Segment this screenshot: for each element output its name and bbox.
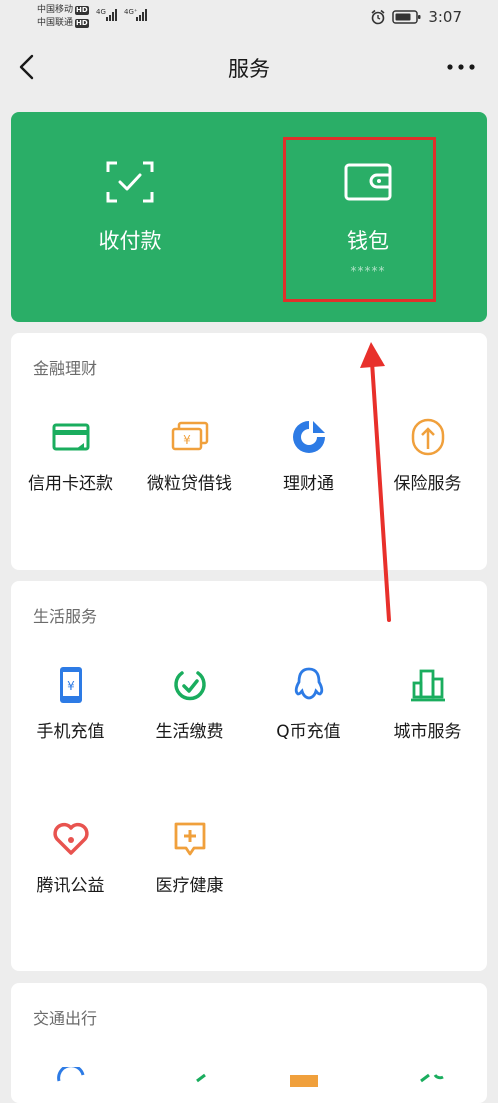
wallet-balance-masked: ***** xyxy=(350,264,386,278)
credit-card-repay-button[interactable]: 信用卡还款 xyxy=(11,417,130,537)
page-title: 服务 xyxy=(228,57,270,81)
service-label: 医疗健康 xyxy=(155,876,224,896)
loan-icon: ¥ xyxy=(171,421,208,451)
phone-topup-icon: ¥ xyxy=(59,667,82,703)
receive-pay-button[interactable]: 收付款 xyxy=(11,112,249,322)
receive-pay-label: 收付款 xyxy=(98,229,162,253)
hd-badge: HD xyxy=(75,19,89,28)
wallet-label: 钱包 xyxy=(347,229,389,253)
transport-section: 交通出行 xyxy=(11,983,487,1103)
charity-icon xyxy=(52,822,89,855)
section-title: 生活服务 xyxy=(33,607,98,626)
carrier-2: 中国联通 xyxy=(37,18,74,28)
insurance-icon xyxy=(411,418,444,456)
finance-section: 金融理财 信用卡还款 ¥ 微粒贷借钱 理财通 保险服务 xyxy=(11,333,487,570)
tencent-charity-button[interactable]: 腾讯公益 xyxy=(11,819,130,939)
service-label: 保险服务 xyxy=(393,474,462,494)
svg-text:4G: 4G xyxy=(96,8,106,16)
service-label: 城市服务 xyxy=(393,722,462,742)
qq-coin-icon xyxy=(294,667,323,700)
transport-icons-partial xyxy=(57,1067,444,1087)
more-options-button[interactable] xyxy=(444,54,478,80)
section-title: 金融理财 xyxy=(33,359,98,378)
carrier-1: 中国移动 xyxy=(37,5,74,15)
medical-health-button[interactable]: 医疗健康 xyxy=(130,819,249,939)
weilidai-loan-button[interactable]: ¥ 微粒贷借钱 xyxy=(130,417,249,537)
battery-icon xyxy=(392,10,421,24)
licaitong-button[interactable]: 理财通 xyxy=(249,417,368,537)
alarm-icon xyxy=(371,9,385,25)
carrier-info: 中国移动 HD 中国联通 HD xyxy=(37,4,89,30)
wallet-icon xyxy=(344,163,392,201)
life-service-section: 生活服务 ¥ 手机充值 生活缴费 Q币充值 城市服务 腾讯公益 医疗健康 xyxy=(11,581,487,971)
credit-card-icon xyxy=(52,423,89,451)
wealth-icon xyxy=(292,421,325,453)
signal-icon: 4G 4G⁺ xyxy=(96,8,147,21)
pay-card: 收付款 钱包 ***** xyxy=(11,112,487,322)
city-service-button[interactable]: 城市服务 xyxy=(368,665,487,785)
section-title: 交通出行 xyxy=(33,1009,98,1028)
qq-coin-button[interactable]: Q币充值 xyxy=(249,665,368,785)
utility-bill-button[interactable]: 生活缴费 xyxy=(130,665,249,785)
medical-icon xyxy=(174,822,205,856)
svg-text:¥: ¥ xyxy=(183,433,191,447)
nav-header: 服务 xyxy=(0,40,498,96)
scan-pay-icon xyxy=(106,161,154,203)
clock-time: 3:07 xyxy=(428,8,462,26)
phone-topup-button[interactable]: ¥ 手机充值 xyxy=(11,665,130,785)
wallet-button[interactable]: 钱包 ***** xyxy=(249,112,487,322)
insurance-button[interactable]: 保险服务 xyxy=(368,417,487,537)
svg-text:¥: ¥ xyxy=(67,679,75,693)
hd-badge: HD xyxy=(75,6,89,15)
svg-text:4G⁺: 4G⁺ xyxy=(124,8,138,16)
utility-bill-icon xyxy=(173,671,206,701)
status-bar: 中国移动 HD 中国联通 HD 4G 4G⁺ 3:07 xyxy=(0,0,498,34)
city-service-icon xyxy=(410,669,445,702)
